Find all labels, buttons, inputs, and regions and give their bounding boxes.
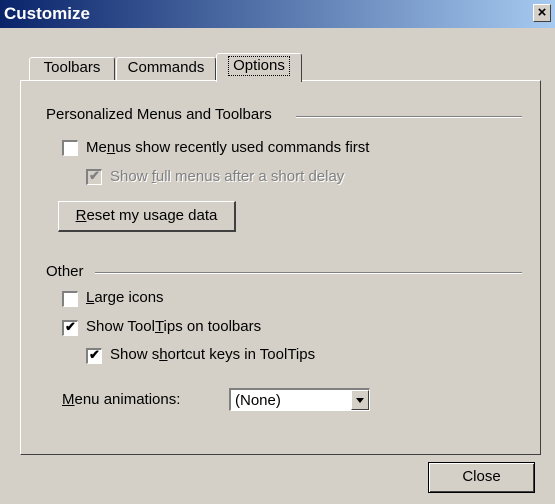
close-icon: × (537, 4, 547, 21)
group-heading-other: Other (46, 263, 84, 280)
check-icon: ✔ (65, 319, 76, 334)
shortcut-keys-label: Show shortcut keys in ToolTips (110, 346, 316, 363)
tab-commands[interactable]: Commands (116, 57, 216, 81)
tab-options[interactable]: Options (216, 53, 302, 82)
dropdown-arrow-icon[interactable] (351, 390, 369, 410)
reset-usage-button[interactable]: Reset my usage data (58, 201, 236, 232)
tab-label: Commands (127, 59, 205, 76)
large-icons-checkbox[interactable] (62, 291, 78, 307)
check-icon: ✔ (89, 347, 100, 362)
title-bar: Customize × (0, 0, 555, 28)
check-icon: ✔ (89, 168, 100, 183)
shortcut-keys-checkbox[interactable]: ✔ (86, 347, 102, 364)
menus-recent-label: Menus show recently used commands first (86, 139, 370, 156)
large-icons-label: Large icons (86, 289, 164, 306)
group-divider (95, 272, 522, 274)
menu-animations-select[interactable]: (None) (229, 388, 370, 411)
window-title: Customize (4, 4, 90, 23)
menu-animations-value: (None) (235, 392, 281, 409)
menu-animations-label: Menu animations: (62, 391, 181, 408)
menus-recent-checkbox[interactable] (62, 140, 78, 156)
show-tooltips-label: Show ToolTips on toolbars (86, 318, 262, 335)
full-menus-delay-label: Show full menus after a short delay (110, 168, 345, 185)
window-close-button[interactable]: × (533, 4, 551, 22)
close-button[interactable]: Close (428, 462, 535, 493)
group-heading-personalized: Personalized Menus and Toolbars (46, 106, 272, 123)
group-divider (296, 116, 522, 118)
tab-label: Options (228, 56, 290, 76)
tab-toolbars[interactable]: Toolbars (29, 57, 115, 81)
full-menus-delay-checkbox: ✔ (86, 168, 102, 185)
tab-label: Toolbars (43, 59, 101, 76)
show-tooltips-checkbox[interactable]: ✔ (62, 319, 78, 336)
